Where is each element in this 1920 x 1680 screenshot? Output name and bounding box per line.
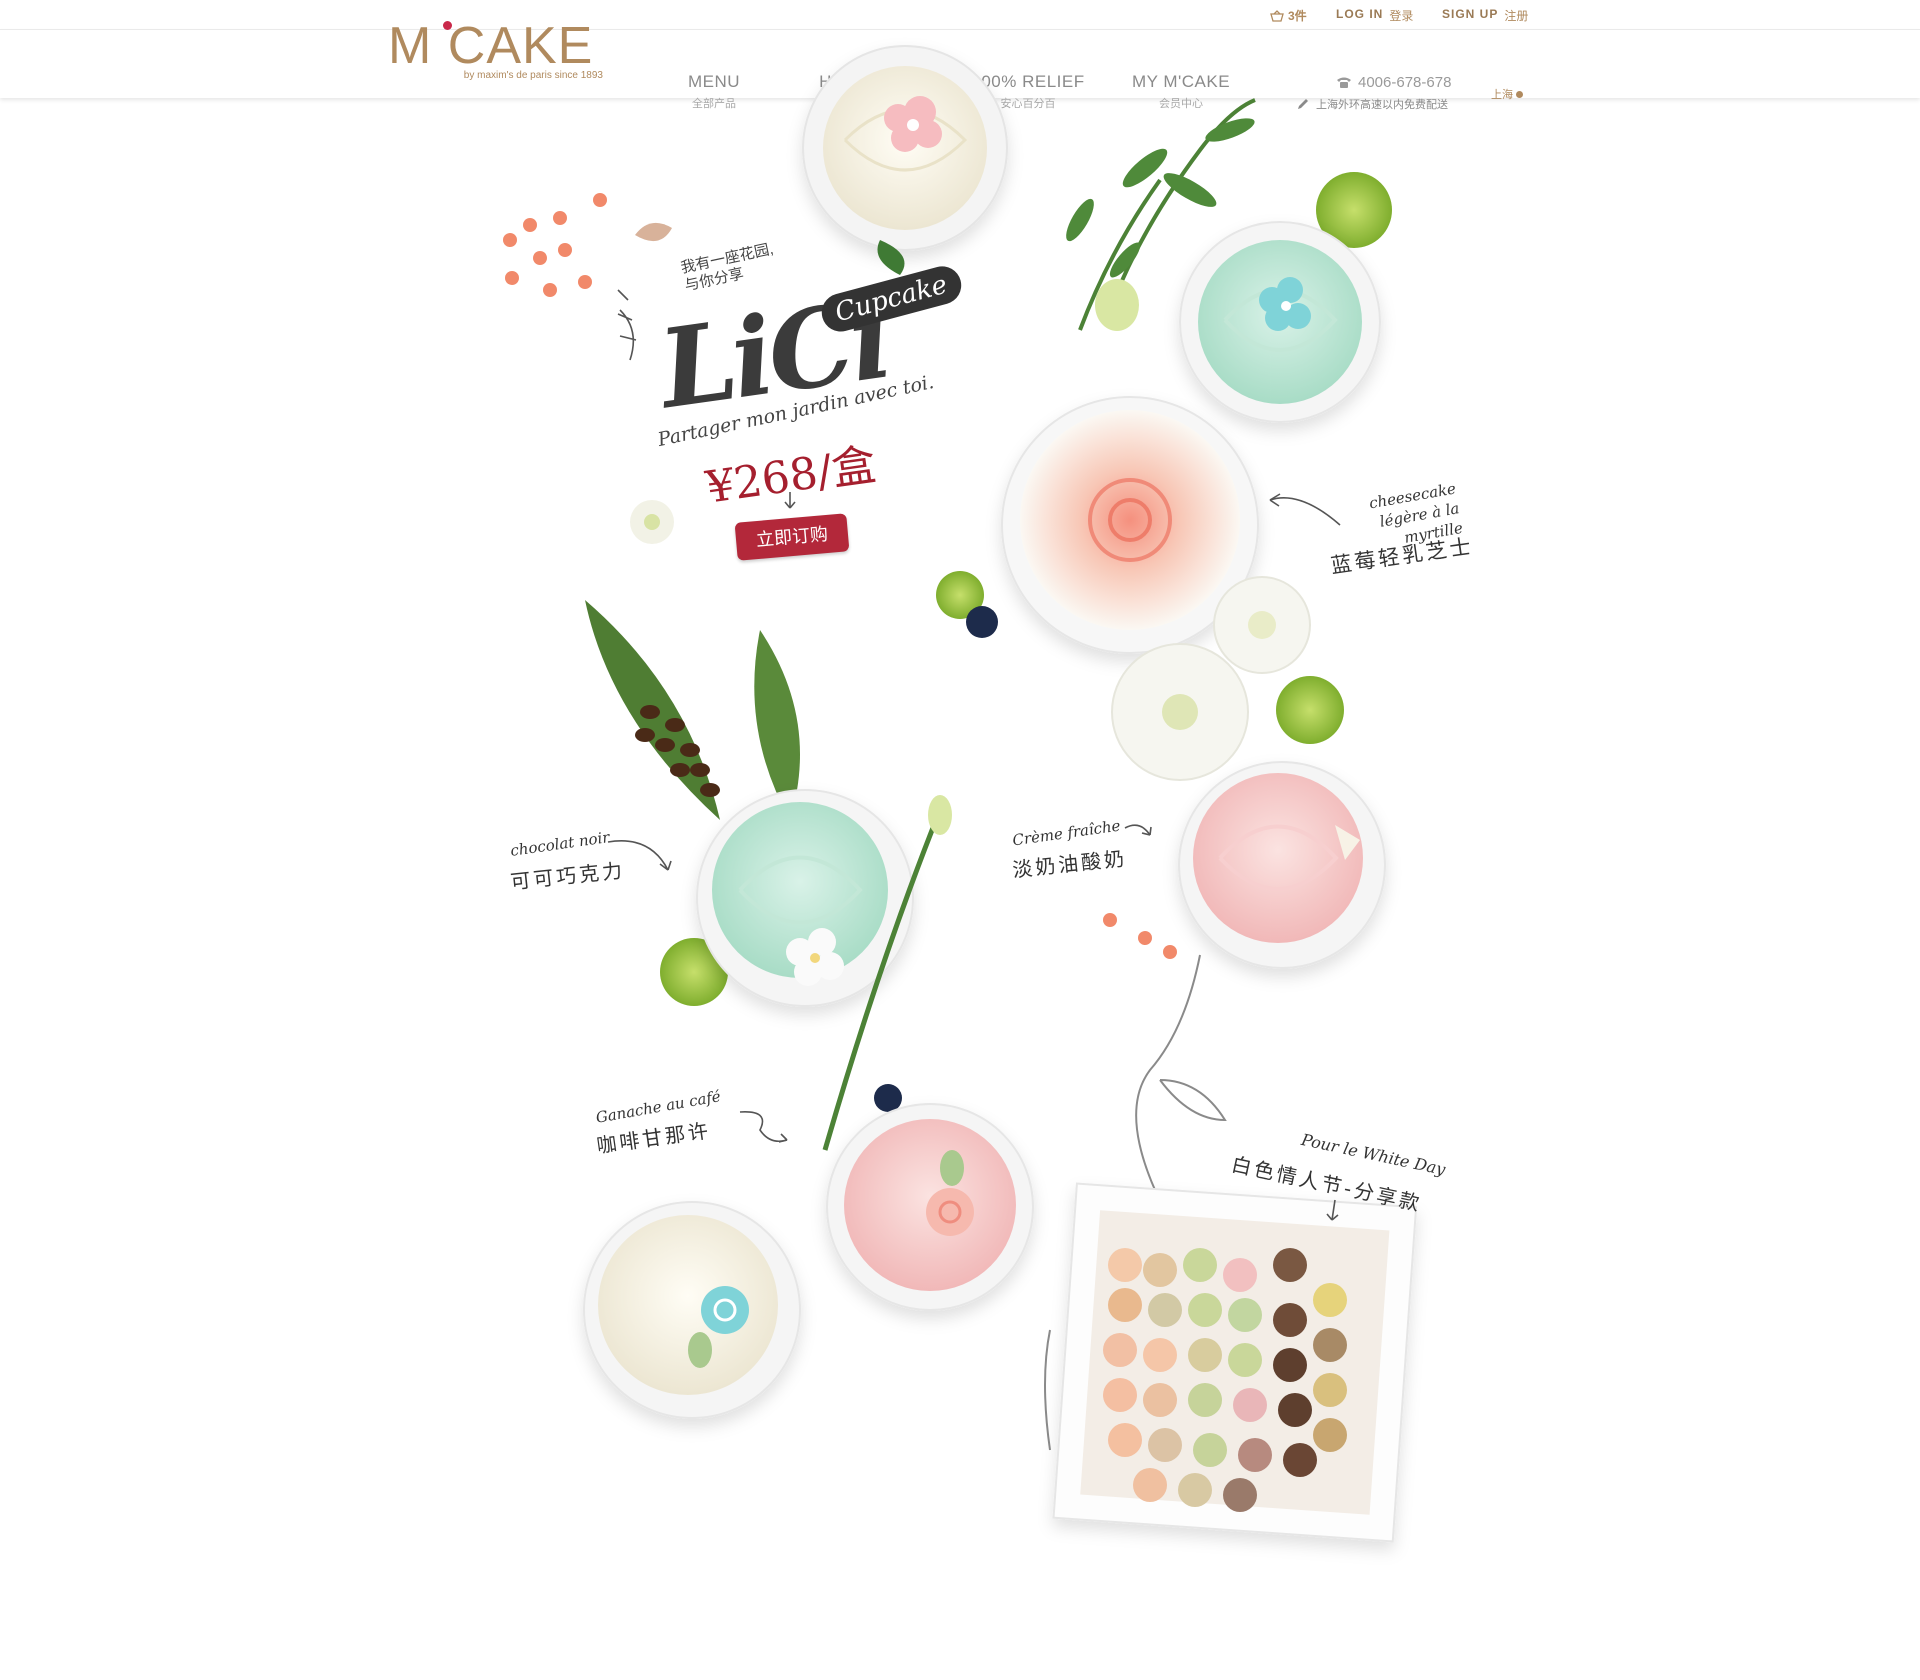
flower-bud xyxy=(1095,279,1139,331)
coffee-leaves xyxy=(585,600,800,820)
hero-illustration xyxy=(503,45,1418,1543)
blueberry xyxy=(966,606,998,638)
cupcake-cream-bottom xyxy=(583,1201,801,1419)
blueberry xyxy=(874,1084,902,1112)
cupcake-cream-top xyxy=(802,45,1008,251)
cupcake-pink-bottom xyxy=(826,1103,1034,1311)
petal xyxy=(635,222,672,242)
green-chrysanthemum xyxy=(1276,676,1344,744)
cupcake-pink-right xyxy=(1178,761,1386,969)
cupcake-mint-right xyxy=(1179,221,1381,423)
